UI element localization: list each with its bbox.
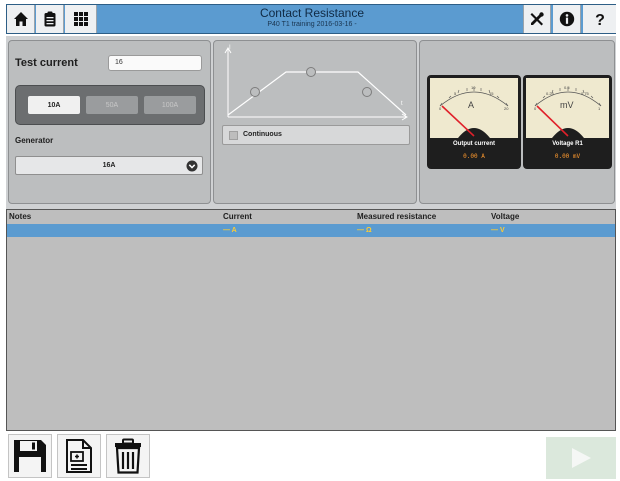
output-current-label: Output current bbox=[453, 141, 495, 147]
continuous-label: Continuous bbox=[243, 131, 282, 138]
bottom-toolbar bbox=[6, 432, 616, 480]
column-header-voltage[interactable]: Voltage bbox=[491, 212, 519, 221]
voltage-r1-label: Voltage R1 bbox=[552, 141, 583, 147]
row-voltage: — V bbox=[491, 227, 505, 234]
meter2-scale-025: 0.25 bbox=[546, 91, 554, 96]
meter2-scale-075: 0.75 bbox=[581, 91, 589, 96]
output-current-meter: 0 5 10 15 20 A Output current 0.00 A bbox=[427, 75, 521, 169]
delete-button[interactable] bbox=[106, 434, 150, 478]
table-row[interactable] bbox=[7, 224, 615, 237]
help-button[interactable]: ? bbox=[583, 5, 616, 33]
range-50a-button[interactable]: 50A bbox=[86, 96, 138, 114]
results-table: Notes Current Measured resistance Voltag… bbox=[6, 209, 616, 431]
column-header-resistance[interactable]: Measured resistance bbox=[357, 212, 436, 221]
voltage-r1-dial: 0 0.25 0.5 0.75 1 mV bbox=[526, 78, 609, 138]
meter1-unit: A bbox=[468, 100, 475, 110]
trash-icon bbox=[115, 438, 141, 474]
generator-label: Generator bbox=[15, 136, 54, 145]
tools-button[interactable] bbox=[523, 5, 551, 33]
row-current: — A bbox=[223, 227, 237, 234]
range-10a-button[interactable]: 10A bbox=[28, 96, 80, 114]
meter2-scale-05: 0.5 bbox=[564, 85, 570, 90]
column-header-notes[interactable]: Notes bbox=[9, 212, 31, 221]
play-icon bbox=[572, 448, 591, 468]
range-selector: 10A 50A 100A bbox=[15, 85, 205, 125]
test-current-label: Test current bbox=[15, 57, 78, 69]
title-bar: Contact Resistance P40 T1 training 2016-… bbox=[6, 4, 616, 34]
continuous-checkbox[interactable] bbox=[229, 131, 238, 140]
range-100a-button[interactable]: 100A bbox=[144, 96, 196, 114]
page-title: Contact Resistance bbox=[259, 6, 365, 20]
new-document-button[interactable] bbox=[57, 434, 101, 478]
continuous-checkbox-row[interactable]: Continuous bbox=[222, 125, 410, 145]
meter1-scale-5: 5 bbox=[454, 91, 457, 96]
info-icon bbox=[559, 11, 574, 27]
voltage-r1-value: 0.00 mV bbox=[554, 153, 581, 160]
save-button[interactable] bbox=[8, 434, 52, 478]
save-icon bbox=[14, 440, 46, 472]
meter2-scale-0: 0 bbox=[534, 106, 537, 111]
meter2-scale-1: 1 bbox=[598, 106, 601, 111]
home-button[interactable] bbox=[7, 5, 35, 33]
grid-menu-button[interactable] bbox=[65, 5, 97, 33]
start-test-button[interactable] bbox=[546, 437, 616, 479]
meters-panel: 0 5 10 15 20 A Output current 0.00 A 0 0… bbox=[419, 40, 615, 204]
chevron-down-icon bbox=[186, 160, 198, 172]
home-icon bbox=[13, 12, 28, 26]
grid-icon bbox=[73, 12, 88, 26]
column-header-current[interactable]: Current bbox=[223, 212, 252, 221]
test-current-input[interactable]: 16 bbox=[108, 55, 202, 71]
generator-value: 16A bbox=[102, 162, 116, 169]
x-axis-label: t bbox=[401, 101, 403, 107]
help-icon: ? bbox=[595, 12, 605, 27]
row-resistance: — Ω bbox=[357, 227, 372, 234]
clipboard-icon bbox=[44, 11, 55, 27]
svg-text:?: ? bbox=[595, 12, 605, 27]
tools-icon bbox=[530, 12, 544, 26]
output-current-value: 0.00 A bbox=[463, 153, 485, 160]
new-document-icon bbox=[66, 439, 92, 473]
ramp-panel: I t Continuous bbox=[213, 40, 417, 204]
test-current-panel: Test current 16 10A 50A 100A Generator 1… bbox=[8, 40, 211, 204]
meter1-scale-15: 15 bbox=[489, 91, 494, 96]
ramp-diagram bbox=[224, 47, 408, 121]
voltage-r1-meter: 0 0.25 0.5 0.75 1 mV Voltage R1 0.00 mV bbox=[523, 75, 612, 169]
meter1-scale-20: 20 bbox=[504, 106, 509, 111]
clipboard-button[interactable] bbox=[36, 5, 64, 33]
generator-dropdown[interactable]: 16A bbox=[15, 156, 203, 175]
page-subtitle: P40 T1 training 2016-03-16 - bbox=[267, 21, 357, 28]
meter1-scale-0: 0 bbox=[439, 106, 442, 111]
title-area: Contact Resistance P40 T1 training 2016-… bbox=[117, 5, 507, 33]
output-current-dial: 0 5 10 15 20 A bbox=[430, 78, 518, 138]
info-button[interactable] bbox=[553, 5, 581, 33]
meter2-unit: mV bbox=[560, 100, 574, 110]
meter1-scale-10: 10 bbox=[471, 85, 476, 90]
y-axis-label: I bbox=[229, 45, 231, 51]
